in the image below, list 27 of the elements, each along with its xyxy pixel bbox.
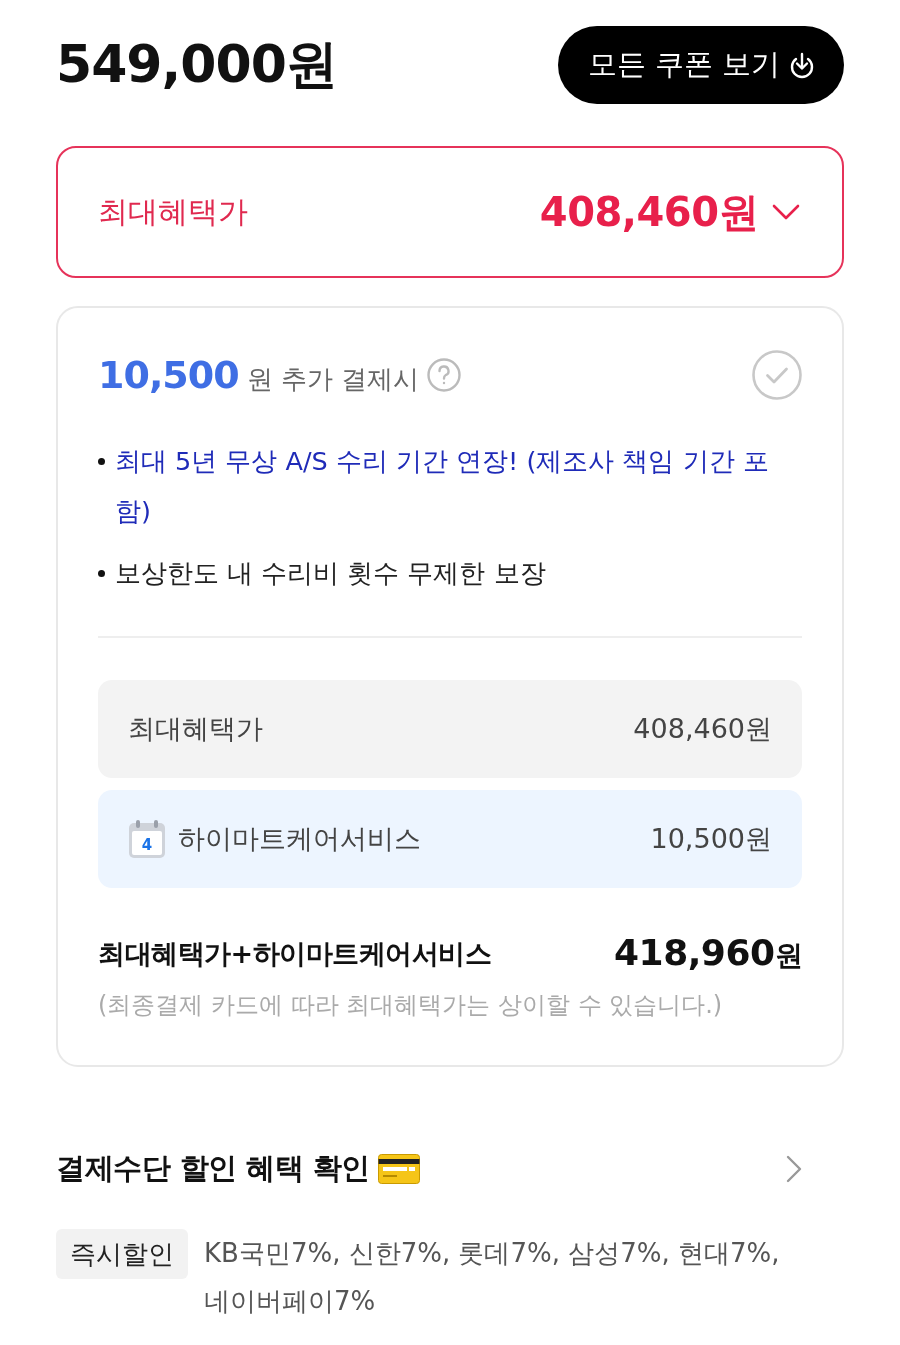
- credit-card-icon: [377, 1154, 420, 1184]
- breakdown-label: 최대혜택가: [128, 712, 263, 746]
- total-label: 최대혜택가+하이마트케어서비스: [98, 936, 492, 971]
- breakdown-value: 10,500원: [650, 822, 772, 856]
- card-discount-text: KB국민7%, 신한7%, 롯데7%, 삼성7%, 현대7%, 네이버페이7%: [204, 1237, 781, 1318]
- extra-payment-text: 원 추가 결제시: [246, 363, 420, 396]
- max-benefit-price: 408,460원: [539, 187, 758, 237]
- chevron-right-icon[interactable]: [786, 1155, 802, 1183]
- breakdown-label: 하이마트케어서비스: [178, 822, 421, 856]
- all-coupons-button[interactable]: 모든 쿠폰 보기: [557, 26, 844, 104]
- price-disclaimer: (최종결제 카드에 따라 최대혜택가는 상이할 수 있습니다.): [98, 990, 724, 1021]
- chevron-down-icon: [772, 204, 800, 220]
- check-circle-icon[interactable]: [752, 350, 802, 400]
- bullet-icon: [98, 570, 105, 577]
- product-price: 549,000원: [56, 33, 337, 96]
- instant-discount-tag: 즉시할인: [56, 1229, 188, 1279]
- total-price: 418,960원: [614, 932, 802, 975]
- benefit-text: 최대 5년 무상 A/S 수리 기간 연장! (제조사 책임 기간 포함): [115, 445, 770, 528]
- download-icon: [788, 51, 816, 79]
- extra-amount: 10,500: [98, 353, 239, 397]
- help-icon[interactable]: [427, 358, 462, 392]
- max-benefit-label: 최대혜택가: [98, 192, 248, 231]
- benefit-text: 보상한도 내 수리비 횟수 무제한 보장: [115, 557, 546, 590]
- breakdown-value: 408,460원: [633, 712, 772, 746]
- section-title: 결제수단 할인 혜택 확인: [56, 1150, 370, 1187]
- bullet-icon: [98, 458, 105, 465]
- max-benefit-panel[interactable]: 최대혜택가 408,460원: [56, 146, 844, 278]
